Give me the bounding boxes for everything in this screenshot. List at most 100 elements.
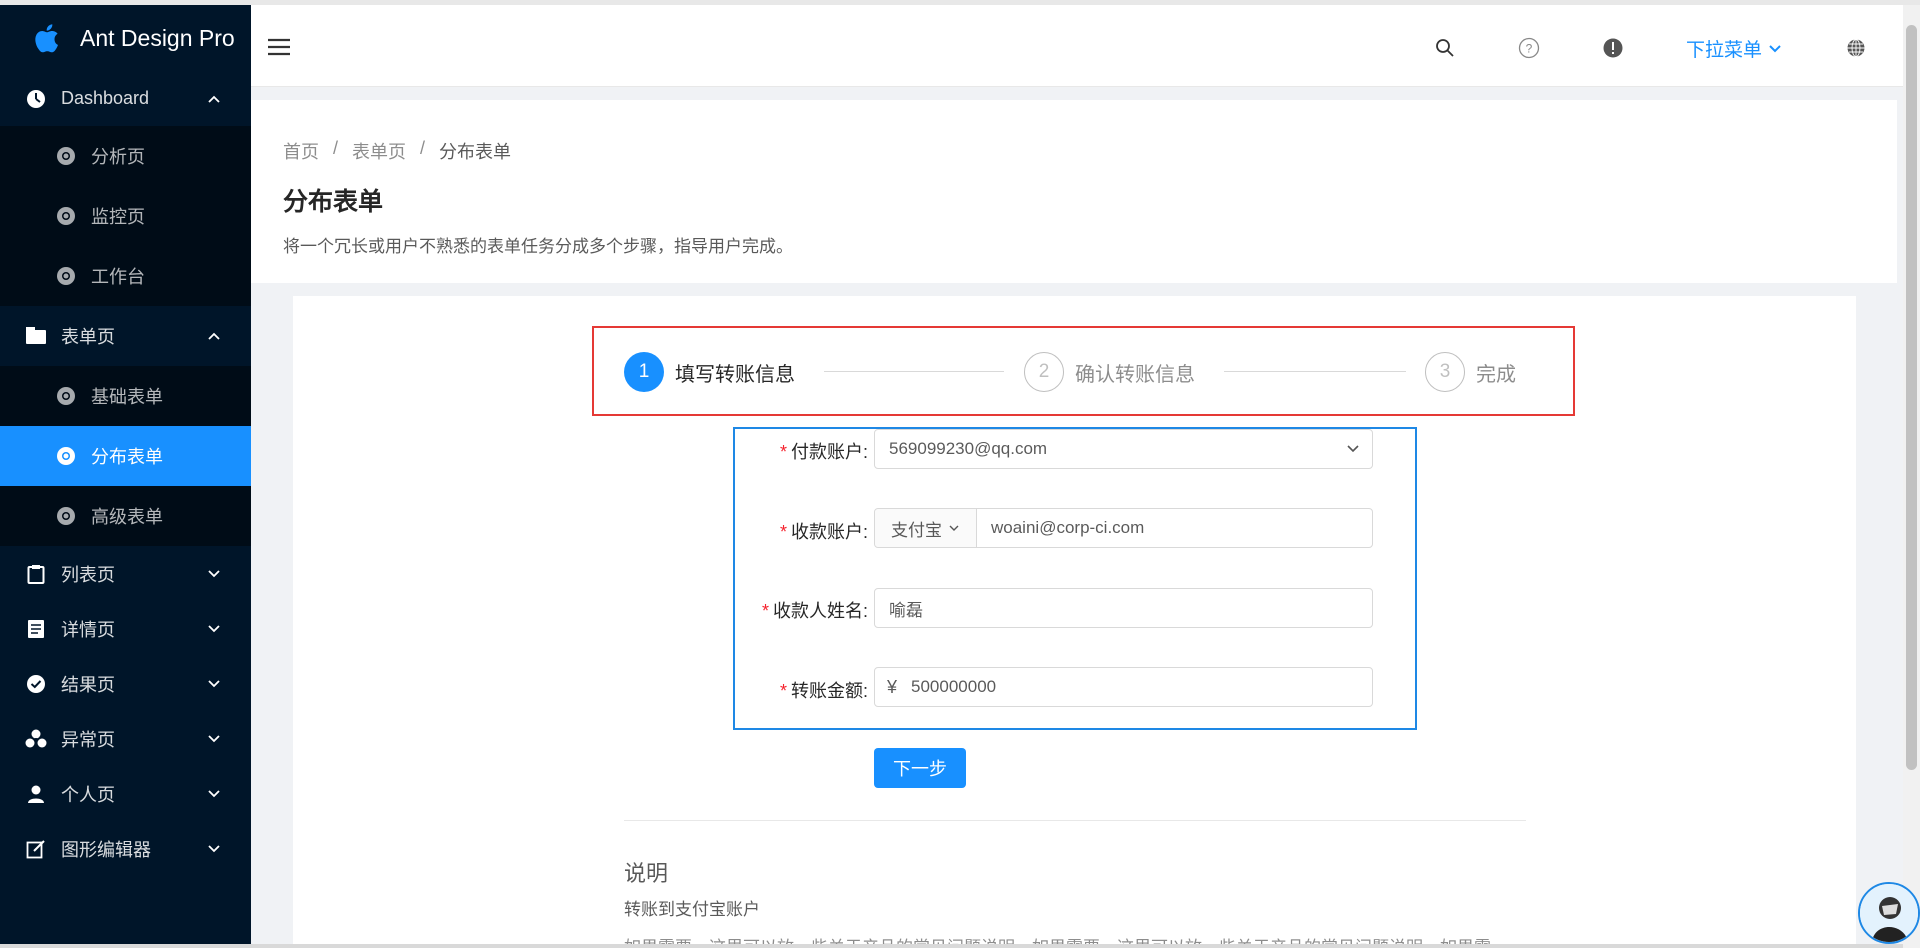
svg-text:?: ? (1526, 42, 1533, 56)
edit-icon (25, 838, 47, 860)
chevron-down-icon (208, 844, 220, 852)
currency-prefix: ¥ (887, 676, 898, 697)
page-description: 将一个冗长或用户不熟悉的表单任务分成多个步骤，指导用户完成。 (283, 237, 793, 256)
app-title: Ant Design Pro (80, 24, 235, 51)
floating-avatar[interactable] (1858, 882, 1920, 944)
step-title: 完成 (1476, 363, 1516, 386)
chevron-up-icon (208, 95, 220, 103)
step-title: 填写转账信息 (675, 363, 795, 386)
global-header: ? 下拉菜单 (251, 5, 1903, 87)
dashboard-icon (25, 88, 47, 110)
sidebar-item-label: Dashboard (61, 88, 150, 108)
sidebar-item-editor[interactable]: 图形编辑器 (0, 821, 251, 876)
chevron-down-icon (208, 734, 220, 742)
step-connector (1224, 371, 1406, 372)
sidebar-item-form[interactable]: 表单页 (0, 306, 251, 366)
question-icon[interactable]: ? (1518, 37, 1540, 59)
chrome-icon (55, 145, 77, 167)
form-icon (25, 325, 47, 347)
step-title: 确认转账信息 (1075, 363, 1195, 386)
header-dropdown[interactable]: 下拉菜单 (1686, 35, 1782, 62)
chevron-up-icon (208, 332, 220, 340)
chevron-down-icon (1769, 44, 1781, 52)
step-connector (824, 371, 1004, 372)
payment-type-select[interactable]: 支付宝 (875, 509, 977, 547)
sidebar-item-exception[interactable]: 异常页 (0, 711, 251, 766)
sidebar-item-analysis[interactable]: 分析页 (0, 126, 251, 186)
dropdown-label: 下拉菜单 (1686, 40, 1763, 61)
chrome-icon (55, 205, 77, 227)
pay-account-select[interactable]: 569099230@qq.com (874, 429, 1373, 469)
sidebar-item-dashboard[interactable]: Dashboard (0, 71, 251, 126)
pay-account-value: 569099230@qq.com (889, 439, 1048, 458)
sidebar-item-monitor[interactable]: 监控页 (0, 186, 251, 246)
chrome-icon (55, 505, 77, 527)
warning-icon (25, 728, 47, 750)
chevron-down-icon (208, 789, 220, 797)
sidebar-item-account[interactable]: 个人页 (0, 766, 251, 821)
vertical-scrollbar[interactable] (1903, 5, 1920, 948)
check-circle-icon (25, 673, 47, 695)
breadcrumb-form[interactable]: 表单页 (352, 138, 406, 164)
chrome-icon (55, 385, 77, 407)
breadcrumb-home[interactable]: 首页 (283, 138, 319, 164)
sidebar-item-label: 结果页 (61, 674, 115, 695)
logo[interactable]: Ant Design Pro (0, 5, 251, 71)
sidebar-item-basic-form[interactable]: 基础表单 (0, 366, 251, 426)
sidebar-item-profile[interactable]: 详情页 (0, 601, 251, 656)
bottom-border (0, 944, 1903, 948)
sidebar-item-label: 监控页 (91, 207, 145, 227)
next-step-button[interactable]: 下一步 (874, 748, 966, 788)
breadcrumb: 首页 / 表单页 / 分布表单 (283, 138, 512, 164)
profile-icon (25, 618, 47, 640)
receiver-account-label: * 收款账户: (779, 522, 868, 542)
divider (624, 820, 1526, 821)
chevron-down-icon (208, 624, 220, 632)
sidebar-item-label: 工作台 (91, 267, 145, 287)
page-title: 分布表单 (283, 188, 384, 216)
sidebar-item-label: 个人页 (61, 784, 115, 805)
receiver-account-input[interactable]: 支付宝 woaini@corp-ci.com (874, 508, 1373, 548)
apple-logo-icon (35, 24, 58, 53)
sidebar-item-label: 列表页 (61, 564, 115, 585)
receiver-name-label: * 收款人姓名: (761, 601, 868, 621)
sidebar-item-label: 异常页 (61, 729, 115, 750)
language-icon[interactable] (1845, 37, 1867, 59)
scrollbar-thumb[interactable] (1906, 25, 1917, 770)
avatar-image-icon (1860, 884, 1918, 942)
amount-label: * 转账金额: (779, 681, 868, 701)
amount-input[interactable]: ¥ 500000000 (874, 667, 1373, 707)
page-header: 首页 / 表单页 / 分布表单 分布表单 将一个冗长或用户不熟悉的表单任务分成多… (251, 100, 1897, 283)
menu-fold-icon[interactable] (267, 37, 291, 57)
step-3: 3 完成 (1425, 352, 1516, 392)
sidebar-item-label: 详情页 (61, 619, 115, 640)
chrome-icon (55, 265, 77, 287)
sidebar-item-label: 表单页 (61, 327, 115, 347)
app-root: Ant Design Pro Dashboard 分析页 监控页 工作台 表单页 (0, 0, 1920, 948)
pay-account-label: * 付款账户: (779, 442, 868, 462)
payment-type-value: 支付宝 (891, 520, 942, 540)
sidebar-item-label: 分析页 (91, 147, 145, 167)
chevron-down-icon (208, 679, 220, 687)
step-number: 1 (624, 352, 664, 392)
breadcrumb-current: 分布表单 (439, 142, 512, 162)
sidebar-item-workplace[interactable]: 工作台 (0, 246, 251, 306)
receiver-name-input[interactable]: 喻磊 (874, 588, 1373, 628)
sidebar-item-list[interactable]: 列表页 (0, 546, 251, 601)
step-number: 3 (1425, 352, 1465, 392)
notice-icon[interactable] (1602, 37, 1624, 59)
sidebar-item-result[interactable]: 结果页 (0, 656, 251, 711)
explain-subtitle: 转账到支付宝账户 (624, 900, 760, 919)
clipboard-icon (25, 563, 47, 585)
sidebar-item-label: 分布表单 (91, 447, 163, 467)
chevron-down-icon (949, 525, 959, 531)
step-number: 2 (1024, 352, 1064, 392)
sidebar: Ant Design Pro Dashboard 分析页 监控页 工作台 表单页 (0, 5, 251, 948)
step-1: 1 填写转账信息 (624, 352, 795, 392)
step-2: 2 确认转账信息 (1024, 352, 1195, 392)
sidebar-item-step-form[interactable]: 分布表单 (0, 426, 251, 486)
sidebar-item-label: 基础表单 (91, 387, 163, 407)
search-icon[interactable] (1434, 37, 1456, 59)
amount-value: 500000000 (911, 677, 997, 696)
sidebar-item-advanced-form[interactable]: 高级表单 (0, 486, 251, 546)
